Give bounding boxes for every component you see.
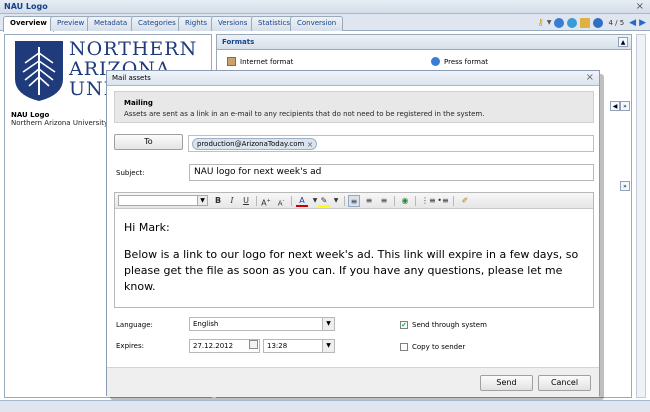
numbered-list-icon[interactable]: ⋮≡: [421, 195, 436, 207]
recipients-field[interactable]: production@ArizonaToday.com ×: [188, 135, 594, 152]
font-select[interactable]: ▼: [118, 195, 208, 206]
message-body[interactable]: Hi Mark: Below is a link to our logo for…: [124, 220, 584, 306]
chevron-down-icon: ▼: [197, 196, 207, 205]
editor-toolbar: ▼ B I U A+ A- A ▼ ✎ ▼ ≡ ≡ ≡ ◉ ⋮≡ •≡ ✐: [115, 193, 593, 209]
mailing-info-box: Mailing Assets are sent as a link in an …: [114, 91, 594, 123]
language-value: English: [193, 320, 219, 328]
tab-metadata[interactable]: Metadata: [87, 16, 135, 31]
vertical-scrollbar[interactable]: [636, 34, 646, 398]
dialog-titlebar: Mail assets ×: [107, 71, 599, 86]
copy-to-sender-label: Copy to sender: [412, 343, 466, 351]
bullet-list-icon[interactable]: •≡: [437, 195, 449, 207]
toolbar-separator: [394, 196, 395, 206]
mail-assets-dialog: Mail assets × Mailing Assets are sent as…: [106, 70, 600, 397]
formats-title: Formats: [222, 38, 255, 46]
panel-expand-icon-2[interactable]: »: [620, 181, 630, 191]
chevron-down-icon: ▼: [322, 318, 334, 330]
toolbar-right: ⚷ ▼ 4 / 5 ◀ ▶: [537, 16, 646, 29]
chevron-down-icon: ▼: [322, 340, 334, 352]
press-format-icon: [431, 57, 440, 66]
dropdown-icon[interactable]: ▼: [547, 19, 552, 26]
window-titlebar: NAU Logo ×: [0, 0, 650, 14]
align-left-icon[interactable]: ≡: [348, 195, 360, 207]
expires-label: Expires:: [116, 342, 144, 350]
toolbar-separator: [344, 196, 345, 206]
close-icon[interactable]: ×: [586, 72, 594, 83]
highlight-icon[interactable]: ✎: [318, 195, 330, 207]
internet-format-item[interactable]: Internet format: [227, 57, 293, 66]
toolbar-separator: [415, 196, 416, 206]
info-text: Assets are sent as a link in an e-mail t…: [124, 110, 485, 118]
send-through-system-checkbox[interactable]: ✔: [400, 321, 408, 329]
message-text: Below is a link to our logo for next wee…: [124, 248, 579, 293]
expires-date-value: 27.12.2012: [193, 342, 234, 350]
remove-recipient-icon[interactable]: ×: [307, 139, 314, 150]
toolbar-separator: [256, 196, 257, 206]
folder-icon[interactable]: [580, 17, 591, 28]
panel-collapse-icon[interactable]: ◀: [610, 101, 620, 111]
tab-versions[interactable]: Versions: [211, 16, 255, 31]
status-bar: [0, 400, 650, 412]
increase-font-icon[interactable]: A+: [260, 195, 272, 208]
dialog-footer: Send Cancel: [107, 367, 599, 397]
tab-rights[interactable]: Rights: [178, 16, 215, 31]
cancel-button[interactable]: Cancel: [538, 375, 591, 391]
align-right-icon[interactable]: ≡: [378, 195, 390, 207]
window-title: NAU Logo: [4, 2, 48, 11]
toolbar-separator: [453, 196, 454, 206]
calendar-icon[interactable]: [249, 340, 258, 349]
font-color-icon[interactable]: A: [296, 195, 308, 207]
highlight-dropdown-icon[interactable]: ▼: [330, 195, 342, 207]
panel-expand-icon[interactable]: »: [620, 101, 630, 111]
language-label: Language:: [116, 321, 153, 329]
nau-logo-icon: [15, 41, 63, 101]
item-counter: 4 / 5: [608, 18, 625, 27]
decrease-font-icon[interactable]: A-: [275, 195, 287, 207]
expires-time-select[interactable]: 13:28 ▼: [263, 339, 335, 353]
recipient-address: production@ArizonaToday.com: [197, 140, 305, 148]
tab-preview[interactable]: Preview: [50, 16, 92, 31]
info-title: Mailing: [124, 99, 153, 107]
window-close-icon[interactable]: ×: [636, 1, 644, 12]
press-format-label: Press format: [444, 57, 489, 66]
formats-header: Formats ▲: [217, 35, 631, 50]
help-icon[interactable]: [593, 17, 604, 28]
subject-input[interactable]: NAU logo for next week's ad: [189, 164, 594, 181]
align-center-icon[interactable]: ≡: [363, 195, 375, 207]
to-button[interactable]: To: [114, 134, 183, 150]
send-button[interactable]: Send: [480, 375, 533, 391]
message-greeting: Hi Mark:: [124, 221, 170, 234]
send-through-system-label: Send through system: [412, 321, 487, 329]
globe-icon[interactable]: [567, 17, 578, 28]
key-icon[interactable]: ⚷: [537, 18, 544, 28]
language-select[interactable]: English ▼: [189, 317, 335, 331]
recipient-chip[interactable]: production@ArizonaToday.com ×: [192, 138, 318, 150]
tab-conversion[interactable]: Conversion: [290, 16, 344, 31]
italic-icon[interactable]: I: [226, 195, 238, 207]
previous-icon[interactable]: ◀: [629, 18, 636, 28]
collapse-icon[interactable]: ▲: [618, 37, 628, 47]
internet-format-label: Internet format: [240, 57, 294, 66]
copy-to-sender-checkbox[interactable]: [400, 343, 408, 351]
dialog-title: Mail assets: [112, 74, 151, 82]
tab-categories[interactable]: Categories: [131, 16, 183, 31]
message-editor: ▼ B I U A+ A- A ▼ ✎ ▼ ≡ ≡ ≡ ◉ ⋮≡ •≡ ✐ Hi…: [114, 192, 594, 308]
info-icon[interactable]: [554, 17, 565, 28]
toolbar-separator: [291, 196, 292, 206]
image-file-icon: [227, 57, 236, 66]
press-format-item[interactable]: Press format: [431, 57, 488, 66]
next-icon[interactable]: ▶: [639, 18, 646, 28]
link-icon[interactable]: ◉: [399, 195, 411, 207]
subject-label: Subject:: [116, 169, 145, 177]
tab-overview[interactable]: Overview: [3, 16, 54, 32]
source-edit-icon[interactable]: ✐: [459, 195, 471, 207]
underline-icon[interactable]: U: [240, 195, 252, 207]
bold-icon[interactable]: B: [212, 195, 224, 207]
expires-time-value: 13:28: [267, 342, 288, 350]
